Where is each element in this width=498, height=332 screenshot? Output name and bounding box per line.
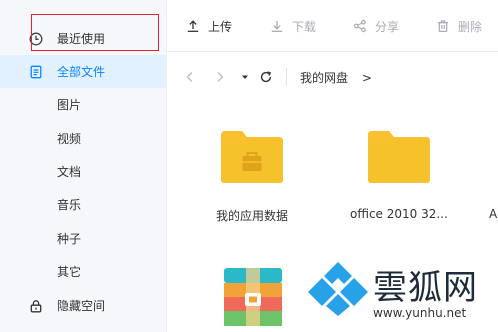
share-button[interactable]: 分享 — [353, 0, 399, 52]
delete-label: 删除 — [458, 19, 483, 34]
sidebar: 最近使用 全部文件 图片 视频 文档 音乐 种子 其它 隐藏空间 — [0, 0, 167, 332]
watermark-url: www.yunhu.net — [373, 306, 467, 320]
file-name: 我的应用数据 — [216, 209, 289, 223]
download-button[interactable]: 下载 — [270, 0, 316, 52]
highlight-box — [31, 14, 159, 51]
forward-icon[interactable] — [213, 70, 227, 84]
back-icon[interactable] — [183, 70, 197, 84]
folder-icon — [366, 131, 432, 188]
sidebar-item-videos[interactable]: 视频 — [0, 122, 166, 155]
upload-icon — [186, 19, 200, 33]
dropdown-triangle-icon[interactable] — [238, 70, 252, 84]
file-tile-office[interactable] — [366, 128, 432, 188]
sidebar-item-all-files[interactable]: 全部文件 — [0, 55, 166, 88]
breadcrumb: 我的网盘 > — [300, 69, 372, 86]
file-tile-app-data[interactable] — [219, 128, 285, 188]
app-folder-icon — [219, 131, 285, 188]
share-icon — [353, 19, 367, 33]
watermark-brand: 雲狐网 — [373, 268, 478, 308]
sidebar-item-torrents[interactable]: 种子 — [0, 222, 166, 255]
sidebar-item-documents[interactable]: 文档 — [0, 155, 166, 188]
breadcrumb-separator: > — [361, 71, 372, 85]
file-name: A — [489, 207, 498, 221]
breadcrumb-item-my-drive[interactable]: 我的网盘 — [300, 71, 348, 85]
lock-icon — [29, 299, 43, 313]
share-label: 分享 — [375, 19, 400, 34]
archive-icon — [224, 268, 282, 330]
file-name: office 2010 32... — [350, 207, 448, 221]
sidebar-item-other[interactable]: 其它 — [0, 255, 166, 288]
sidebar-item-label: 视频 — [57, 132, 82, 146]
download-icon — [270, 19, 284, 33]
refresh-icon[interactable] — [259, 70, 273, 84]
sidebar-item-hidden-space[interactable]: 隐藏空间 — [0, 289, 166, 322]
watermark — [306, 260, 370, 320]
document-icon — [29, 65, 43, 79]
sidebar-item-music[interactable]: 音乐 — [0, 188, 166, 221]
fox-logo-icon — [306, 262, 370, 320]
download-label: 下载 — [292, 19, 317, 34]
sidebar-item-label: 种子 — [57, 232, 82, 246]
sidebar-item-label: 图片 — [57, 98, 82, 112]
sidebar-item-label: 文档 — [57, 165, 82, 179]
upload-button[interactable]: 上传 — [186, 0, 232, 52]
sidebar-item-images[interactable]: 图片 — [0, 88, 166, 121]
sidebar-item-label: 音乐 — [57, 198, 82, 212]
sidebar-item-label: 隐藏空间 — [57, 299, 106, 313]
sidebar-item-label: 全部文件 — [57, 65, 106, 79]
upload-label: 上传 — [208, 19, 233, 34]
trash-icon — [436, 19, 450, 33]
nav-divider — [286, 68, 287, 86]
file-tile-archive[interactable] — [224, 268, 282, 330]
sidebar-item-label: 其它 — [57, 265, 82, 279]
delete-button[interactable]: 删除 — [436, 0, 482, 52]
